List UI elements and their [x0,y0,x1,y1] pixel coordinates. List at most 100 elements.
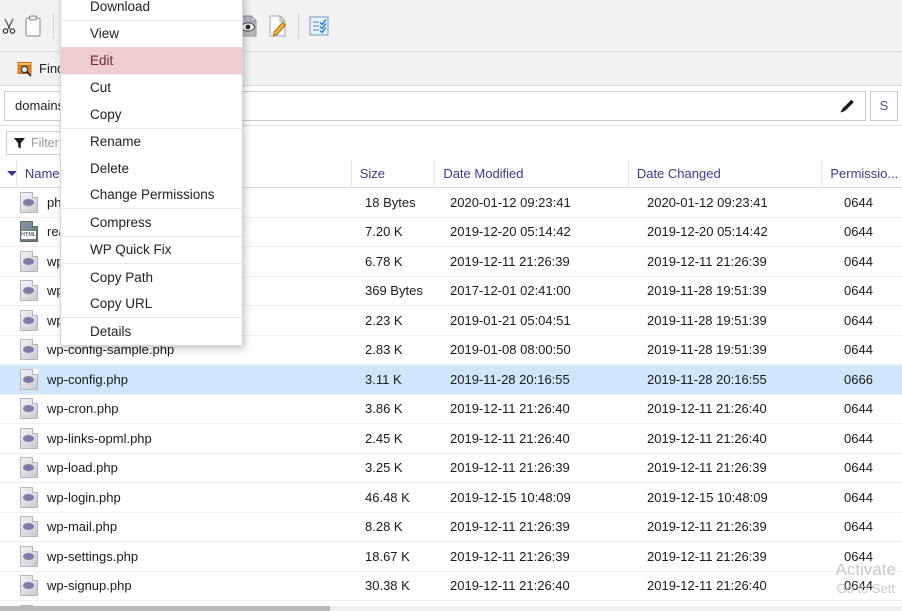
table-row[interactable]: wp-links-opml.php 2.45 K 2019-12-11 21:26:… [0,424,902,454]
cell-date-modified: 2019-01-08 08:00:50 [450,342,571,358]
php-file-icon [20,280,38,302]
cell-permissions: 0644 [844,253,873,269]
cell-name: wp-signup.php [0,575,357,597]
search-button[interactable]: S [870,90,898,121]
cell-name: wp-cron.php [0,398,357,420]
menu-item-details[interactable]: Details [61,318,242,345]
menu-group: Cut Copy [61,75,242,129]
column-header-date-modified[interactable]: Date Modified [434,159,628,188]
scrollbar-thumb[interactable] [0,606,330,611]
cut-icon[interactable] [0,8,18,44]
cell-date-modified: 2019-12-11 21:26:40 [450,401,570,417]
menu-group: Copy Path Copy URL [61,264,242,318]
edit-path-icon[interactable] [837,96,859,116]
file-name[interactable]: wp-links-opml.php [47,431,152,446]
cell-size: 369 Bytes [365,283,423,299]
table-row[interactable]: wp-signup.php 30.38 K 2019-12-11 21:26:40 2… [0,572,902,601]
cell-permissions: 0644 [844,548,873,564]
cell-size: 3.11 K [365,371,402,387]
context-menu[interactable]: Download View Edit Cut Copy Rename Delete Chang… [60,0,243,346]
html-file-icon: HTML [20,221,38,243]
table-row[interactable]: wp-login.php 46.48 K 2019-12-15 10:48:09 20… [0,483,902,513]
menu-item-copy[interactable]: Copy [61,101,242,128]
cell-date-changed: 2019-11-28 19:51:39 [647,312,767,328]
cell-date-modified: 2019-12-11 21:26:39 [450,253,570,269]
cell-permissions: 0644 [844,578,873,594]
file-name[interactable]: wp-load.php [47,460,118,475]
paste-icon[interactable] [18,8,48,44]
cell-size: 18.67 K [365,548,410,564]
cell-size: 7.20 K [365,224,403,240]
cell-date-modified: 2019-12-11 21:26:40 [450,578,570,594]
cell-permissions: 0644 [844,312,873,328]
toolbar-separator [53,12,54,39]
cell-size: 2.45 K [365,430,403,446]
cell-date-changed: 2019-12-11 21:26:39 [647,548,767,564]
cell-size: 3.25 K [365,460,403,476]
menu-item-wp-quick-fix[interactable]: WP Quick Fix [61,237,242,264]
table-row[interactable]: wp-settings.php 18.67 K 2019-12-11 21:26:3… [0,542,902,572]
cell-size: 18 Bytes [365,194,416,210]
filter-icon [13,137,26,150]
cell-date-modified: 2019-12-11 21:26:39 [450,460,570,476]
table-row[interactable]: wp-cron.php 3.86 K 2019-12-11 21:26:40 2019… [0,395,902,424]
menu-item-delete[interactable]: Delete [61,155,242,182]
menu-item-view[interactable]: View [61,21,242,48]
file-name[interactable]: wp-cron.php [47,401,119,416]
php-file-icon [20,545,38,567]
table-row[interactable]: wp-config.php 3.11 K 2019-11-28 20:16:55 20… [0,365,902,395]
table-row[interactable]: wp-mail.php 8.28 K 2019-12-11 21:26:39 2019… [0,513,902,542]
file-name[interactable]: wp-signup.php [47,578,132,593]
menu-item-change-permissions[interactable]: Change Permissions [61,182,242,209]
sort-indicator[interactable] [0,160,16,188]
menu-group: Download [61,0,242,21]
cell-permissions: 0644 [844,342,873,358]
file-name[interactable]: wp-mail.php [47,519,117,534]
cell-name: wp-settings.php [0,545,357,567]
cell-date-changed: 2019-12-20 05:14:42 [647,224,768,240]
menu-item-download[interactable]: Download [61,0,242,20]
menu-item-cut[interactable]: Cut [61,75,242,102]
php-file-icon [20,339,38,361]
menu-item-compress[interactable]: Compress [61,209,242,236]
menu-group: View Edit [61,21,242,75]
file-name[interactable]: wp-settings.php [47,549,138,564]
php-file-icon [20,368,38,390]
cell-name: wp-config.php [0,368,357,390]
cell-permissions: 0666 [844,371,873,387]
column-header-size[interactable]: Size [350,159,435,188]
cell-date-modified: 2019-12-11 21:26:40 [450,430,570,446]
menu-item-copy-path[interactable]: Copy Path [61,264,242,291]
file-name[interactable]: wp-login.php [47,490,121,505]
cell-size: 8.28 K [365,519,403,535]
cell-date-modified: 2019-11-28 20:16:55 [450,371,570,387]
cell-date-changed: 2019-12-11 21:26:40 [647,430,767,446]
php-file-icon [20,427,38,449]
column-header-date-changed[interactable]: Date Changed [627,159,822,188]
cell-date-changed: 2019-11-28 19:51:39 [647,342,767,358]
cell-size: 2.23 K [365,312,403,328]
cell-permissions: 0644 [844,519,873,535]
cell-date-modified: 2019-01-21 05:04:51 [450,312,571,328]
menu-item-edit[interactable]: Edit [61,47,242,74]
cell-size: 30.38 K [365,578,410,594]
column-header-permissions[interactable]: Permissio... [821,159,902,188]
find-icon [17,61,34,77]
cell-name: wp-links-opml.php [0,427,357,449]
php-file-icon [20,575,38,597]
menu-group: Details [61,318,242,345]
cell-date-modified: 2020-01-12 09:23:41 [450,194,571,210]
cell-permissions: 0644 [844,283,873,299]
cell-permissions: 0644 [844,489,873,505]
change-permissions-icon[interactable] [304,8,334,44]
edit-icon[interactable] [263,8,293,44]
php-file-icon [20,191,38,213]
table-row[interactable]: wp-load.php 3.25 K 2019-12-11 21:26:39 2019… [0,454,902,483]
menu-item-rename[interactable]: Rename [61,129,242,156]
menu-item-copy-url[interactable]: Copy URL [61,291,242,318]
file-name[interactable]: wp-config.php [47,372,128,387]
php-file-icon [20,516,38,538]
cell-date-modified: 2017-12-01 02:41:00 [450,283,571,299]
horizontal-scrollbar[interactable] [0,606,902,611]
chevron-down-icon [6,171,16,176]
